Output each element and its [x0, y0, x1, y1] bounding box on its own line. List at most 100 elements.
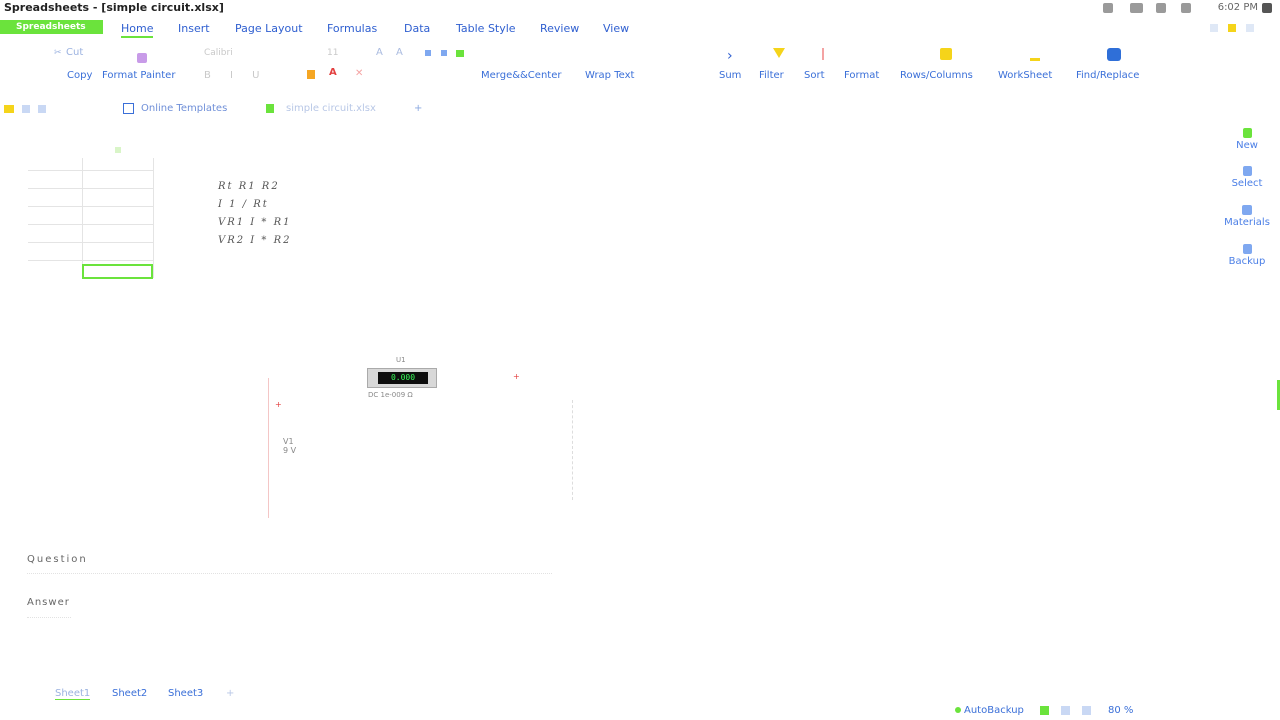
sort-button[interactable]: Sort [804, 70, 825, 81]
clear-icon[interactable]: ✕ [355, 68, 363, 79]
rows-columns-button[interactable]: Rows/Columns [900, 70, 973, 81]
cut-button[interactable]: Cut [66, 47, 83, 58]
select-icon [1242, 166, 1252, 176]
menu-view[interactable]: View [603, 22, 629, 35]
circuit-wire-left [268, 378, 269, 518]
skin-icon[interactable] [1228, 24, 1236, 32]
tab-simple-circuit[interactable]: simple circuit.xlsx [286, 103, 376, 114]
wrap-icon[interactable] [456, 50, 464, 57]
probe-marker-icon: + [513, 372, 520, 381]
source-value: 9 V [283, 446, 297, 455]
select-panel-button[interactable]: Select [1222, 166, 1272, 189]
find-replace-button[interactable]: Find/Replace [1076, 70, 1139, 81]
autobackup-status[interactable]: AutoBackup [964, 705, 1024, 716]
menu-formulas[interactable]: Formulas [327, 22, 377, 35]
format-painter-button[interactable]: Format Painter [102, 70, 175, 81]
increase-font-icon[interactable]: A [376, 47, 383, 58]
zoom-level[interactable]: 80 % [1108, 705, 1133, 716]
junction-marker-icon: + [275, 400, 282, 409]
formula-rt: Rt R1 R2 [218, 181, 280, 192]
tab-online-templates[interactable]: Online Templates [141, 103, 227, 114]
sheet-tab-3[interactable]: Sheet3 [168, 688, 203, 699]
menu-data[interactable]: Data [404, 22, 430, 35]
dropbox-icon[interactable] [1103, 3, 1113, 13]
add-sheet-button[interactable]: + [226, 688, 234, 699]
rows-columns-icon[interactable] [940, 48, 952, 60]
data-table[interactable] [28, 158, 154, 278]
menu-home[interactable]: Home [121, 22, 154, 38]
menu-review[interactable]: Review [540, 22, 579, 35]
meter-label: U1 [396, 356, 406, 364]
format-painter-icon[interactable] [137, 53, 147, 63]
circuit-wire-right [572, 400, 574, 500]
wrap-text-button[interactable]: Wrap Text [585, 70, 634, 81]
source-label: V1 [283, 437, 294, 446]
menu-table-style[interactable]: Table Style [456, 22, 516, 35]
online-templates-icon [123, 103, 134, 114]
question-text [27, 573, 552, 575]
app-menu-button[interactable]: Spreadsheets [0, 20, 103, 34]
new-label: New [1236, 140, 1258, 151]
sheet-tab-1[interactable]: Sheet1 [55, 688, 91, 700]
decrease-font-icon[interactable]: A [396, 47, 403, 58]
copy-button[interactable]: Copy [67, 70, 92, 81]
align-top-icon[interactable] [425, 50, 431, 56]
backup-panel-button[interactable]: Backup [1222, 244, 1272, 267]
selected-cell[interactable] [82, 264, 153, 279]
materials-icon [1242, 205, 1252, 215]
break-view-icon[interactable] [1082, 706, 1091, 715]
new-panel-button[interactable]: New [1222, 128, 1272, 151]
format-button[interactable]: Format [844, 70, 879, 81]
bold-italic-underline-icon[interactable]: B I U [204, 70, 268, 81]
worksheet-button[interactable]: WorkSheet [998, 70, 1052, 81]
normal-view-icon[interactable] [1040, 706, 1049, 715]
autobackup-icon [955, 707, 961, 713]
filter-button[interactable]: Filter [759, 70, 784, 81]
multimeter[interactable]: 0.000 [367, 368, 437, 388]
question-label: Question [27, 554, 88, 565]
font-size-select[interactable]: 11 [327, 48, 338, 58]
folder-icon[interactable] [4, 105, 14, 113]
binoculars-icon[interactable] [1107, 48, 1121, 61]
answer-text [27, 617, 71, 619]
page-view-icon[interactable] [1061, 706, 1070, 715]
answer-label: Answer [27, 597, 70, 608]
meter-caption: DC 1e-009 Ω [368, 391, 413, 399]
filter-icon[interactable] [773, 48, 785, 58]
sheet-file-icon [266, 104, 274, 113]
sum-icon[interactable]: › [727, 48, 733, 64]
network-icon[interactable] [1156, 3, 1166, 13]
sum-button[interactable]: Sum [719, 70, 741, 81]
font-color-icon[interactable]: A [329, 67, 337, 78]
save-icon[interactable] [22, 105, 30, 113]
formula-vr2: VR2 I * R2 [218, 235, 292, 246]
menu-page-layout[interactable]: Page Layout [235, 22, 303, 35]
scissors-icon[interactable]: ✂ [54, 48, 62, 58]
formula-vr1: VR1 I * R1 [218, 217, 292, 228]
print-icon[interactable] [38, 105, 46, 113]
menu-insert[interactable]: Insert [178, 22, 210, 35]
power-icon[interactable] [1262, 3, 1272, 13]
cell-marker [115, 147, 121, 153]
sheet-tab-2[interactable]: Sheet2 [112, 688, 147, 699]
help-icon[interactable] [1246, 24, 1254, 32]
volume-icon[interactable] [1181, 3, 1191, 13]
select-label: Select [1231, 178, 1263, 189]
mail-icon[interactable] [1130, 3, 1143, 13]
meter-display: 0.000 [378, 372, 428, 384]
font-name-select[interactable]: Calibri [204, 48, 233, 58]
materials-panel-button[interactable]: Materials [1222, 205, 1272, 228]
window-title: Spreadsheets - [simple circuit.xlsx] [4, 1, 224, 14]
clock[interactable]: 6:02 PM [1218, 2, 1258, 13]
new-tab-button[interactable]: + [414, 103, 422, 114]
materials-label: Materials [1224, 217, 1270, 228]
merge-center-button[interactable]: Merge&&Center [481, 70, 561, 81]
worksheet-icon[interactable] [1030, 58, 1040, 61]
sort-icon[interactable] [822, 48, 824, 60]
fill-color-icon[interactable] [307, 70, 315, 79]
backup-icon [1242, 244, 1252, 254]
new-icon [1242, 128, 1252, 138]
restore-icon[interactable] [1210, 24, 1218, 32]
formula-i: I 1 / Rt [218, 199, 269, 210]
align-middle-icon[interactable] [441, 50, 447, 56]
